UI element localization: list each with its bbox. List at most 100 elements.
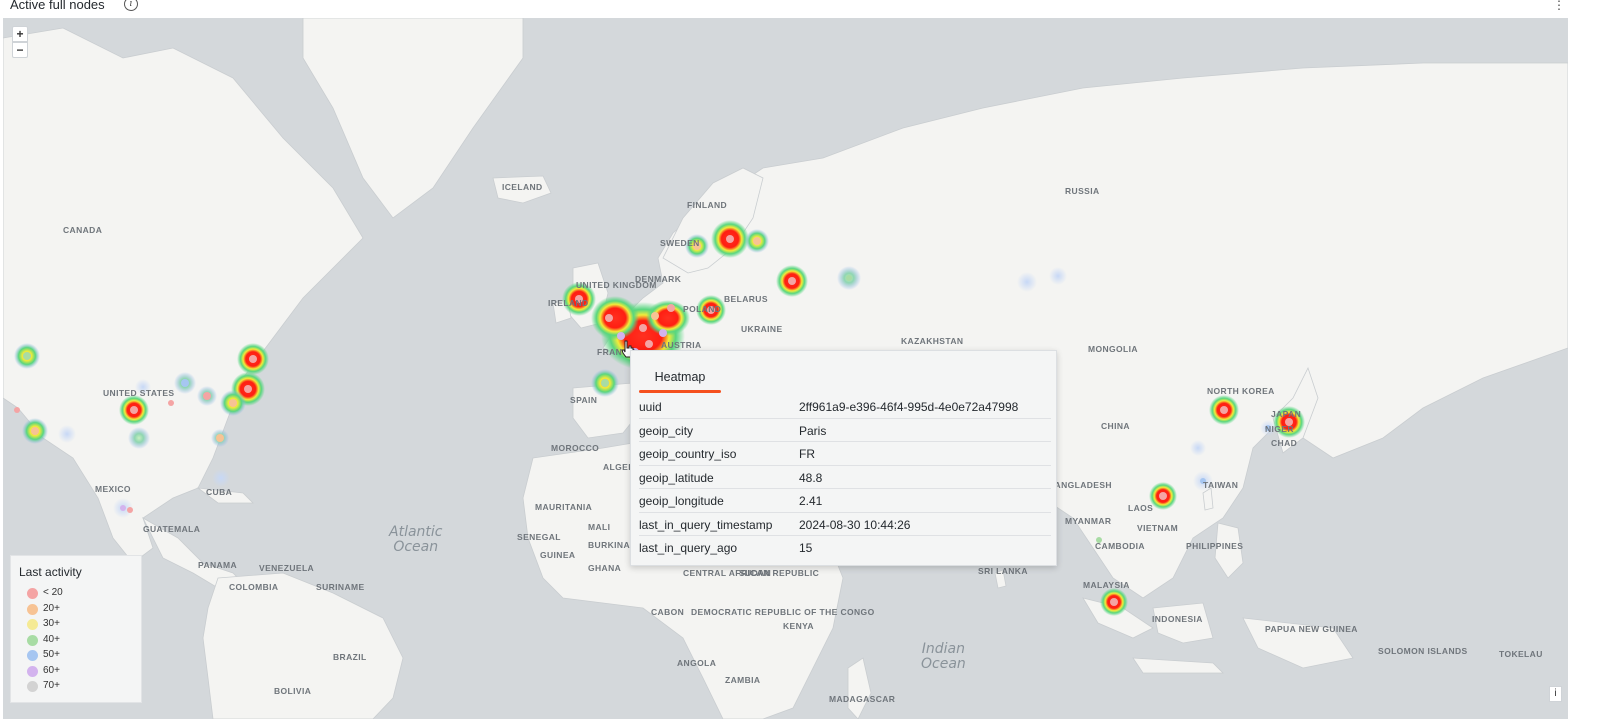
row-key: last_in_query_ago	[639, 541, 738, 555]
legend-label: 70+	[43, 680, 60, 691]
row-value: 2024-08-30 10:44:26	[799, 517, 911, 532]
ocean-label-atlantic: Atlantic Ocean	[389, 525, 442, 555]
map-label: LAOS	[1128, 503, 1154, 513]
tooltip-table: uuid 2ff961a9-e396-46f4-995d-4e0e72a4799…	[639, 395, 1051, 560]
row-value: 2.41	[799, 494, 823, 508]
tab-active-indicator	[639, 390, 721, 393]
row-value: 15	[799, 541, 813, 555]
map-label: CAMBODIA	[1095, 541, 1145, 551]
map-label: CABON	[651, 607, 685, 617]
map-label: KAZAKHSTAN	[901, 336, 964, 346]
map-label: IRELAND	[548, 298, 589, 308]
map-label: ZAMBIA	[725, 675, 761, 685]
table-row: geoip_longitude 2.41	[639, 489, 1051, 513]
map-label: MYANMAR	[1065, 516, 1112, 526]
map-label: SURINAME	[316, 582, 365, 592]
ocean-label-indian: Indian Ocean	[921, 642, 966, 672]
row-value: 48.8	[799, 470, 823, 485]
legend: Last activity < 20 20+ 30+ 40+ 50+ 60+ 7…	[10, 555, 142, 703]
row-value: Paris	[799, 423, 827, 438]
tab-heatmap-label: Heatmap	[654, 370, 706, 384]
table-row: geoip_latitude 48.8	[639, 466, 1051, 489]
map-label: SWEDEN	[660, 238, 700, 248]
map-label: TOKELAU	[1499, 649, 1543, 659]
map-label: ICELAND	[502, 182, 543, 192]
map-label: COLOMBIA	[229, 582, 279, 592]
map-label: SPAIN	[570, 395, 598, 405]
map-label: CUBA	[206, 487, 233, 497]
map-label: UNITED STATES	[103, 388, 175, 398]
map-label: MAURITANIA	[535, 502, 593, 512]
row-key: geoip_city	[639, 423, 694, 438]
map-label: POLAND	[683, 304, 722, 314]
legend-swatch	[27, 588, 38, 599]
node-tooltip: Heatmap uuid 2ff961a9-e396-46f4-995d-4e0…	[630, 350, 1057, 566]
row-key: last_in_query_timestamp	[639, 517, 773, 532]
map-label: KENYA	[783, 621, 814, 631]
map-label: NORTH KOREA	[1207, 386, 1275, 396]
map-label: PANAMA	[198, 560, 238, 570]
map-label: BELARUS	[724, 294, 768, 304]
map-label: SENEGAL	[517, 532, 561, 542]
map-label: CHINA	[1101, 421, 1130, 431]
map-label: AUSTRIA	[661, 340, 702, 350]
table-row: geoip_city Paris	[639, 419, 1051, 442]
map-label: JAPAN	[1271, 409, 1302, 419]
map-label: GUINEA	[540, 550, 576, 560]
row-value: 2ff961a9-e396-46f4-995d-4e0e72a47998	[799, 400, 1019, 414]
legend-title: Last activity	[19, 565, 82, 579]
row-key: geoip_longitude	[639, 494, 724, 508]
legend-label: 60+	[43, 664, 60, 676]
legend-label: 50+	[43, 649, 60, 660]
panel-title: Active full nodes	[10, 0, 105, 12]
panel-header: Active full nodes i ⋮	[0, 0, 1568, 18]
map-label: UNITED KINGDOM	[576, 280, 657, 290]
map-panel: Active full nodes i ⋮ + − ICELAND FINLAN…	[0, 0, 1568, 719]
info-icon[interactable]: i	[124, 0, 138, 11]
tab-heatmap[interactable]: Heatmap	[639, 363, 721, 393]
map-label: BOLIVIA	[274, 686, 312, 696]
table-row: last_in_query_ago 15	[639, 536, 1051, 560]
ocean-label-line: Atlantic	[389, 524, 443, 540]
legend-swatch	[27, 681, 38, 692]
map-label: MONGOLIA	[1088, 344, 1138, 354]
legend-swatch	[27, 619, 38, 630]
legend-swatch	[27, 650, 38, 661]
row-key: geoip_latitude	[639, 470, 714, 485]
map-label: FINLAND	[687, 200, 728, 210]
row-key: uuid	[639, 400, 662, 414]
legend-label: < 20	[43, 587, 63, 598]
map-label: CHAD	[1271, 438, 1298, 448]
map-label: CANADA	[63, 225, 103, 235]
map-label: GUATEMALA	[143, 524, 201, 534]
row-key: geoip_country_iso	[639, 447, 737, 461]
table-row: last_in_query_timestamp 2024-08-30 10:44…	[639, 513, 1051, 536]
map-label: ANGOLA	[677, 658, 717, 668]
map-label: INDONESIA	[1152, 614, 1203, 624]
ocean-label-line: Ocean	[921, 656, 966, 672]
map-label: GHANA	[588, 563, 622, 573]
map-label: NIGER	[1265, 424, 1294, 434]
map-label: VENEZUELA	[259, 563, 315, 573]
map-label: TAIWAN	[1203, 480, 1239, 490]
map-label: MALI	[588, 522, 611, 532]
map-label: PAPUA NEW GUINEA	[1265, 624, 1358, 634]
legend-label: 40+	[43, 633, 60, 645]
kebab-menu-icon[interactable]: ⋮	[1553, 0, 1565, 12]
legend-swatch	[27, 603, 38, 615]
legend-swatch	[27, 665, 38, 677]
map-label: PHILIPPINES	[1186, 541, 1244, 551]
legend-label: 20+	[43, 602, 60, 614]
row-value: FR	[799, 447, 815, 461]
map-label: MOROCCO	[551, 443, 600, 453]
zoom-in-button[interactable]: +	[12, 26, 28, 42]
table-row: geoip_country_iso FR	[639, 442, 1051, 466]
attribution-button[interactable]: i	[1549, 686, 1562, 702]
map-label: MALAYSIA	[1083, 580, 1130, 590]
map-label: DEMOCRATIC REPUBLIC OF THE CONGO	[691, 607, 875, 617]
zoom-out-button[interactable]: −	[12, 42, 28, 58]
legend-swatch	[27, 634, 38, 646]
map-label: MADAGASCAR	[829, 694, 896, 704]
map-label: CENTRAL AFRICAN REPUBLIC	[683, 568, 820, 578]
ocean-label-line: Indian	[921, 641, 966, 657]
